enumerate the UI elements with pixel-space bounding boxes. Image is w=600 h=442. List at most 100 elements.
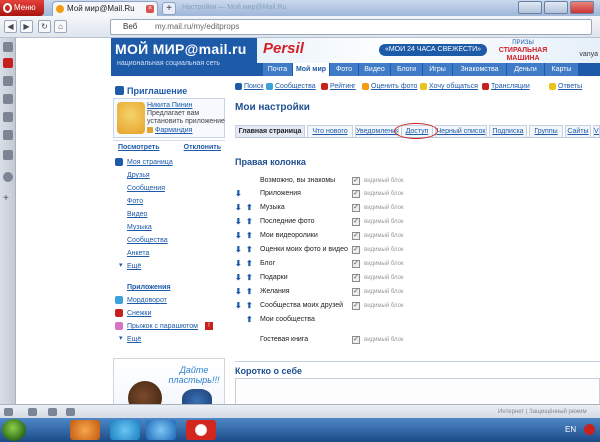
arrow-up-icon[interactable]: ⬆ [246, 203, 253, 213]
link-communities[interactable]: Сообщества [275, 81, 316, 92]
links-icon[interactable] [3, 150, 13, 160]
arrow-down-icon[interactable]: ⬇ [235, 273, 242, 283]
url-text[interactable]: my.mail.ru/my/editprops [155, 20, 355, 34]
mail-icon[interactable] [3, 58, 13, 68]
mymir-logo[interactable]: МОЙ МИР@mail.ru [115, 40, 265, 58]
arrow-down-icon[interactable]: ⬇ [235, 245, 242, 255]
downloads-icon[interactable] [3, 130, 13, 140]
tray-alert-icon[interactable] [584, 424, 595, 435]
tab-whats-new[interactable]: Что нового [307, 125, 353, 137]
tab-money[interactable]: Деньги [507, 63, 545, 76]
opera-menu-button[interactable]: Меню [0, 0, 44, 16]
maximize-button[interactable] [544, 1, 568, 14]
minimize-button[interactable] [518, 1, 542, 14]
view-invite-button[interactable]: Посмотреть [118, 143, 160, 152]
link-rating[interactable]: Рейтинг [330, 81, 356, 92]
tab-notifications[interactable]: Уведомления [355, 125, 399, 137]
tab-blogs[interactable]: Блоги [391, 63, 423, 76]
arrow-down-icon[interactable]: ⬇ [235, 287, 242, 297]
close-window-button[interactable] [570, 1, 594, 14]
tab-main-page[interactable]: Главная страница [235, 125, 305, 137]
avatar[interactable] [117, 102, 145, 134]
nav-photo[interactable]: Фото [127, 197, 217, 206]
arrow-up-icon[interactable]: ⬆ [246, 315, 253, 325]
link-rate-photo[interactable]: Оценить фото [371, 81, 417, 92]
arrow-down-icon[interactable]: ⬇ [235, 203, 242, 213]
arrow-up-icon[interactable]: ⬆ [246, 259, 253, 269]
tab-dating[interactable]: Знакомства [453, 63, 507, 76]
arrow-up-icon[interactable]: ⬆ [246, 217, 253, 227]
arrow-up-icon[interactable]: ⬆ [246, 287, 253, 297]
tab-games[interactable]: Игры [423, 63, 453, 76]
add-panel-icon[interactable]: + [3, 194, 13, 204]
nav-more[interactable]: Ещё [127, 262, 217, 271]
settings-icon[interactable] [66, 408, 75, 416]
history-icon[interactable] [3, 172, 13, 182]
tab-subscription[interactable]: Подписка [489, 125, 527, 137]
sync-icon[interactable] [28, 408, 37, 416]
skype-icon[interactable] [110, 420, 140, 440]
arrow-down-icon[interactable]: ⬇ [235, 189, 242, 199]
language-indicator[interactable]: EN [565, 423, 581, 437]
visible-checkbox[interactable]: ✓ [352, 190, 360, 198]
visible-checkbox[interactable]: ✓ [352, 274, 360, 282]
bookmarks-icon[interactable] [3, 42, 13, 52]
start-button[interactable] [2, 419, 26, 441]
tab-maps[interactable]: Карты [545, 63, 579, 76]
visible-checkbox[interactable]: ✓ [352, 288, 360, 296]
persil-banner[interactable]: Persil «МОИ 24 ЧАСА СВЕЖЕСТИ» ПРИЗЫ СТИР… [257, 38, 600, 63]
arrow-down-icon[interactable]: ⬇ [235, 231, 242, 241]
nav-profile[interactable]: Анкета [127, 249, 217, 258]
tab-photo[interactable]: Фото [330, 63, 359, 76]
visible-checkbox[interactable]: ✓ [352, 302, 360, 310]
arrow-down-icon[interactable]: ⬇ [235, 259, 242, 269]
home-icon[interactable]: ⌂ [54, 20, 67, 33]
back-icon[interactable]: ◀ [4, 20, 17, 33]
reject-invite-button[interactable]: Отклонить [184, 143, 221, 152]
visible-checkbox[interactable]: ✓ [352, 260, 360, 268]
link-chat[interactable]: Хочу общаться [429, 81, 478, 92]
tab-vip[interactable]: VIP [593, 125, 600, 137]
visible-checkbox[interactable]: ✓ [352, 246, 360, 254]
username[interactable]: vanya [558, 50, 598, 60]
app-parachute[interactable]: Прыжок с парашютом [127, 322, 217, 331]
nav-my-page[interactable]: Моя страница [127, 158, 217, 167]
link-search[interactable]: Поиск [244, 81, 263, 92]
tab-mymir[interactable]: Мой мир [293, 63, 330, 76]
address-bar[interactable]: Веб my.mail.ru/my/editprops [110, 19, 592, 35]
arrow-down-icon[interactable]: ⬇ [235, 301, 242, 311]
apps-title[interactable]: Приложения [127, 283, 217, 292]
inviter-name[interactable]: Никита Пинин [147, 101, 225, 110]
turbo-icon[interactable] [48, 408, 57, 416]
close-tab-icon[interactable]: × [146, 5, 154, 13]
nav-music[interactable]: Музыка [127, 223, 217, 232]
arrow-down-icon[interactable]: ⬇ [235, 217, 242, 227]
nav-messages[interactable]: Сообщения [127, 184, 217, 193]
tab-groups[interactable]: Группы [529, 125, 563, 137]
invite-app-link[interactable]: Фармандия [155, 126, 225, 135]
notes-icon[interactable] [3, 112, 13, 122]
app-snowballs[interactable]: Снежки [127, 309, 217, 318]
nav-communities[interactable]: Сообщества [127, 236, 217, 245]
tab-blacklist[interactable]: Черный список [435, 125, 487, 137]
widgets-icon[interactable] [3, 94, 13, 104]
visible-checkbox[interactable]: ✓ [352, 177, 360, 185]
arrow-up-icon[interactable]: ⬆ [246, 231, 253, 241]
arrow-up-icon[interactable]: ⬆ [246, 245, 253, 255]
forward-icon[interactable]: ▶ [20, 20, 33, 33]
reload-icon[interactable]: ↻ [38, 20, 51, 33]
link-broadcasts[interactable]: Трансляции [491, 81, 530, 92]
arrow-up-icon[interactable]: ⬆ [246, 273, 253, 283]
firefox-icon[interactable] [70, 420, 100, 440]
app-mordovorot[interactable]: Мордоворот [127, 296, 217, 305]
nav-video[interactable]: Видео [127, 210, 217, 219]
tab-mymir[interactable]: Мой мир@Mail.Ru × [52, 1, 158, 16]
contacts-icon[interactable] [3, 76, 13, 86]
link-answers[interactable]: Ответы [558, 81, 582, 92]
ie-icon[interactable] [146, 420, 176, 440]
panel-toggle-icon[interactable] [4, 408, 13, 416]
visible-checkbox[interactable]: ✓ [352, 218, 360, 226]
nav-friends[interactable]: Друзья [127, 171, 217, 180]
tab-sites[interactable]: Сайты [565, 125, 591, 137]
apps-more[interactable]: Ещё [127, 335, 217, 344]
